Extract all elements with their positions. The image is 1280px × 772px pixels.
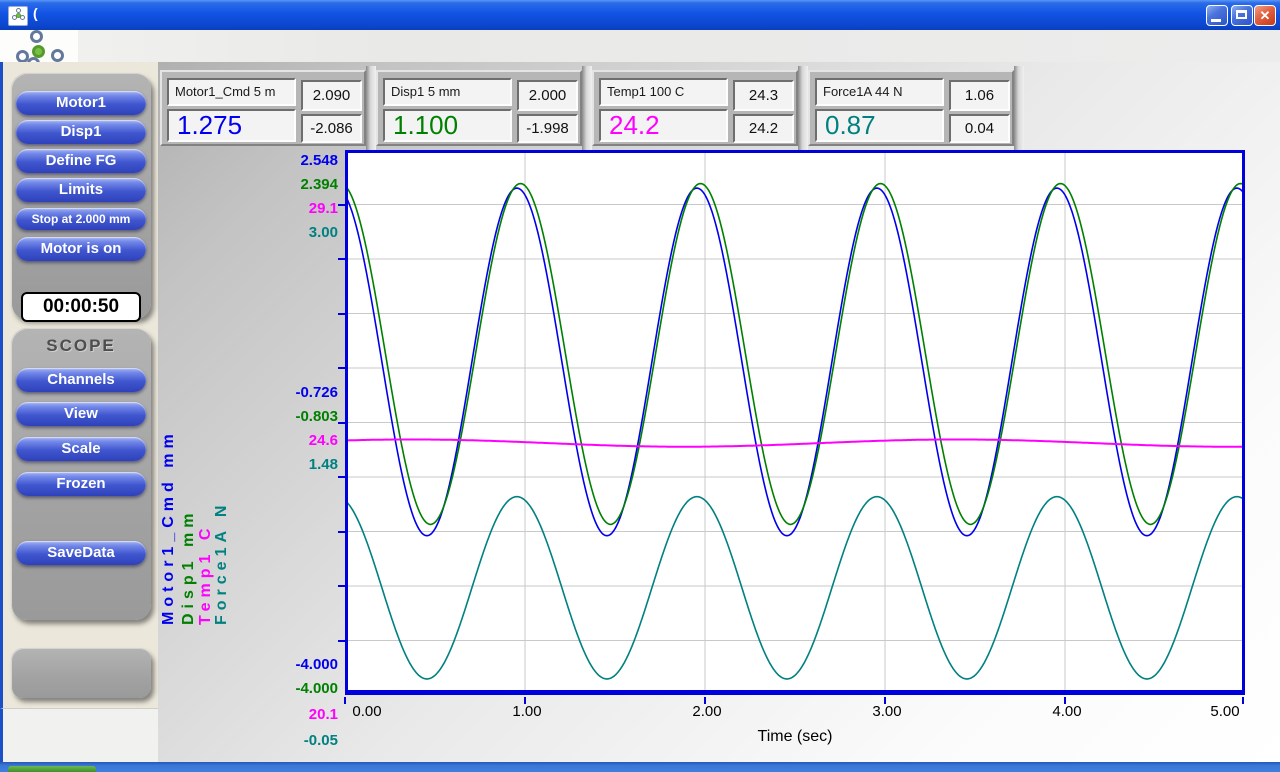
- scope-plot: [345, 150, 1245, 695]
- x-axis-label-5.00: 5.00: [1210, 703, 1239, 720]
- y-axis-label-disp1-mid: -0.803: [256, 408, 338, 425]
- curve-force1a: [345, 497, 1245, 679]
- channel-current-value: 24.2: [599, 109, 728, 142]
- minimize-button[interactable]: [1206, 5, 1228, 26]
- button-view[interactable]: View: [16, 402, 146, 426]
- x-axis-label-4.00: 4.00: [1052, 703, 1081, 720]
- logo-dot-icon: [51, 49, 64, 62]
- channel-label: Temp1 100 C: [599, 78, 728, 106]
- app-window: ( ✕ Motor1 Disp1 Define FG Limits Stop at 2.…: [0, 0, 1280, 772]
- y-tick: [338, 585, 345, 587]
- button-motor-is-on[interactable]: Motor is on: [16, 237, 146, 261]
- motor-control-panel: Motor1 Disp1 Define FG Limits Stop at 2.000 …: [11, 73, 151, 319]
- channel-min-value: 0.04: [949, 114, 1010, 143]
- button-scale[interactable]: Scale: [16, 437, 146, 461]
- x-axis-label-1.00: 1.00: [512, 703, 541, 720]
- y-axis-label-force1a-min: -0.05: [256, 732, 338, 749]
- y-tick: [338, 367, 345, 369]
- button-motor1[interactable]: Motor1: [16, 91, 146, 115]
- app-logo: [0, 30, 78, 62]
- channel-current-value: 1.275: [167, 109, 296, 142]
- header-strip: [0, 30, 1280, 62]
- y-axis-label-disp1-max: 2.394: [256, 176, 338, 193]
- y-axis-label-temp1-max: 29.1: [256, 200, 338, 217]
- timer-display: 00:00:50: [21, 292, 141, 322]
- channel-current-value: 1.100: [383, 109, 512, 142]
- channel-label: Disp1 5 mm: [383, 78, 512, 106]
- curve-motor1-cmd: [345, 188, 1245, 536]
- sidebar: Motor1 Disp1 Define FG Limits Stop at 2.000 …: [0, 62, 158, 708]
- y-tick: [338, 531, 345, 533]
- panel-divider: [582, 66, 592, 150]
- button-stop-at-2-000-mm[interactable]: Stop at 2.000 mm: [16, 208, 146, 230]
- panel-temp1: Temp1 100 C24.224.324.2: [592, 70, 798, 146]
- y-tick: [338, 640, 345, 642]
- channel-label: Motor1_Cmd 5 m: [167, 78, 296, 106]
- app-icon: [8, 6, 28, 26]
- panel-motor1-cmd: Motor1_Cmd 5 m 1.2752.090 -2.086: [160, 70, 366, 146]
- scope-panel-title: SCOPE: [11, 336, 151, 356]
- panel-divider: [798, 66, 808, 150]
- channel-max-value: 1.06: [949, 80, 1010, 111]
- y-tick: [338, 258, 345, 260]
- start-button-sliver: [8, 766, 96, 772]
- y-axis-label-disp1-min: -4.000: [256, 680, 338, 697]
- button-define-fg[interactable]: Define FG: [16, 149, 146, 173]
- y-axis-label-force1a-max: 3.00: [256, 224, 338, 241]
- y-axis-label-temp1-mid: 24.6: [256, 432, 338, 449]
- panel-disp1: Disp1 5 mm 1.1002.000 -1.998: [376, 70, 582, 146]
- curve-temp1: [345, 440, 1245, 447]
- channel-label: Force1A 44 N: [815, 78, 944, 106]
- y-tick: [338, 476, 345, 478]
- close-button[interactable]: ✕: [1254, 5, 1276, 26]
- y-tick: [338, 313, 345, 315]
- x-axis-label-0.00: 0.00: [352, 703, 381, 720]
- y-tick: [338, 422, 345, 424]
- button-savedata[interactable]: SaveData: [16, 541, 146, 565]
- button-limits[interactable]: Limits: [16, 178, 146, 202]
- channel-min-value: -1.998: [517, 114, 578, 143]
- y-axis-label-motor1-cmd-mid: -0.726: [256, 384, 338, 401]
- button-channels[interactable]: Channels: [16, 368, 146, 392]
- panel-force1a: Force1A 44 N 0.871.06 0.04: [808, 70, 1014, 146]
- y-axis-label-motor1-cmd-min: -4.000: [256, 656, 338, 673]
- curve-disp1: [345, 184, 1245, 525]
- scope-panel: SCOPE Channels View Scale Frozen SaveData: [11, 328, 151, 620]
- y-axis-label-force1a-mid: 1.48: [256, 456, 338, 473]
- y-tick: [338, 204, 345, 206]
- channel-current-value: 0.87: [815, 109, 944, 142]
- y-axis-label-motor1-cmd-max: 2.548: [256, 152, 338, 169]
- channel-max-value: 24.3: [733, 80, 794, 111]
- title-bar[interactable]: ( ✕: [0, 0, 1280, 31]
- button-frozen[interactable]: Frozen: [16, 472, 146, 496]
- channel-min-value: 24.2: [733, 114, 794, 143]
- x-axis-label-3.00: 3.00: [872, 703, 901, 720]
- x-tick: [1242, 697, 1244, 704]
- x-tick: [344, 697, 346, 704]
- x-axis-label-2.00: 2.00: [692, 703, 721, 720]
- maximize-icon: [1236, 10, 1247, 19]
- scope-chart: [345, 150, 1245, 695]
- x-axis-title: Time (sec): [758, 728, 833, 746]
- sidebar-footer: [0, 708, 158, 763]
- taskbar-edge: [0, 762, 1280, 772]
- maximize-button[interactable]: [1231, 5, 1253, 26]
- panel-divider: [1014, 66, 1024, 150]
- minimize-icon: [1211, 19, 1221, 22]
- y-axis-label-temp1-min: 20.1: [256, 706, 338, 723]
- channel-max-value: 2.000: [517, 80, 578, 111]
- button-disp1[interactable]: Disp1: [16, 120, 146, 144]
- panel-divider: [366, 66, 376, 150]
- channel-max-value: 2.090: [301, 80, 362, 111]
- empty-panel: [11, 648, 151, 698]
- window-title: (: [33, 5, 38, 21]
- logo-dot-icon: [30, 30, 43, 43]
- channel-min-value: -2.086: [301, 114, 362, 143]
